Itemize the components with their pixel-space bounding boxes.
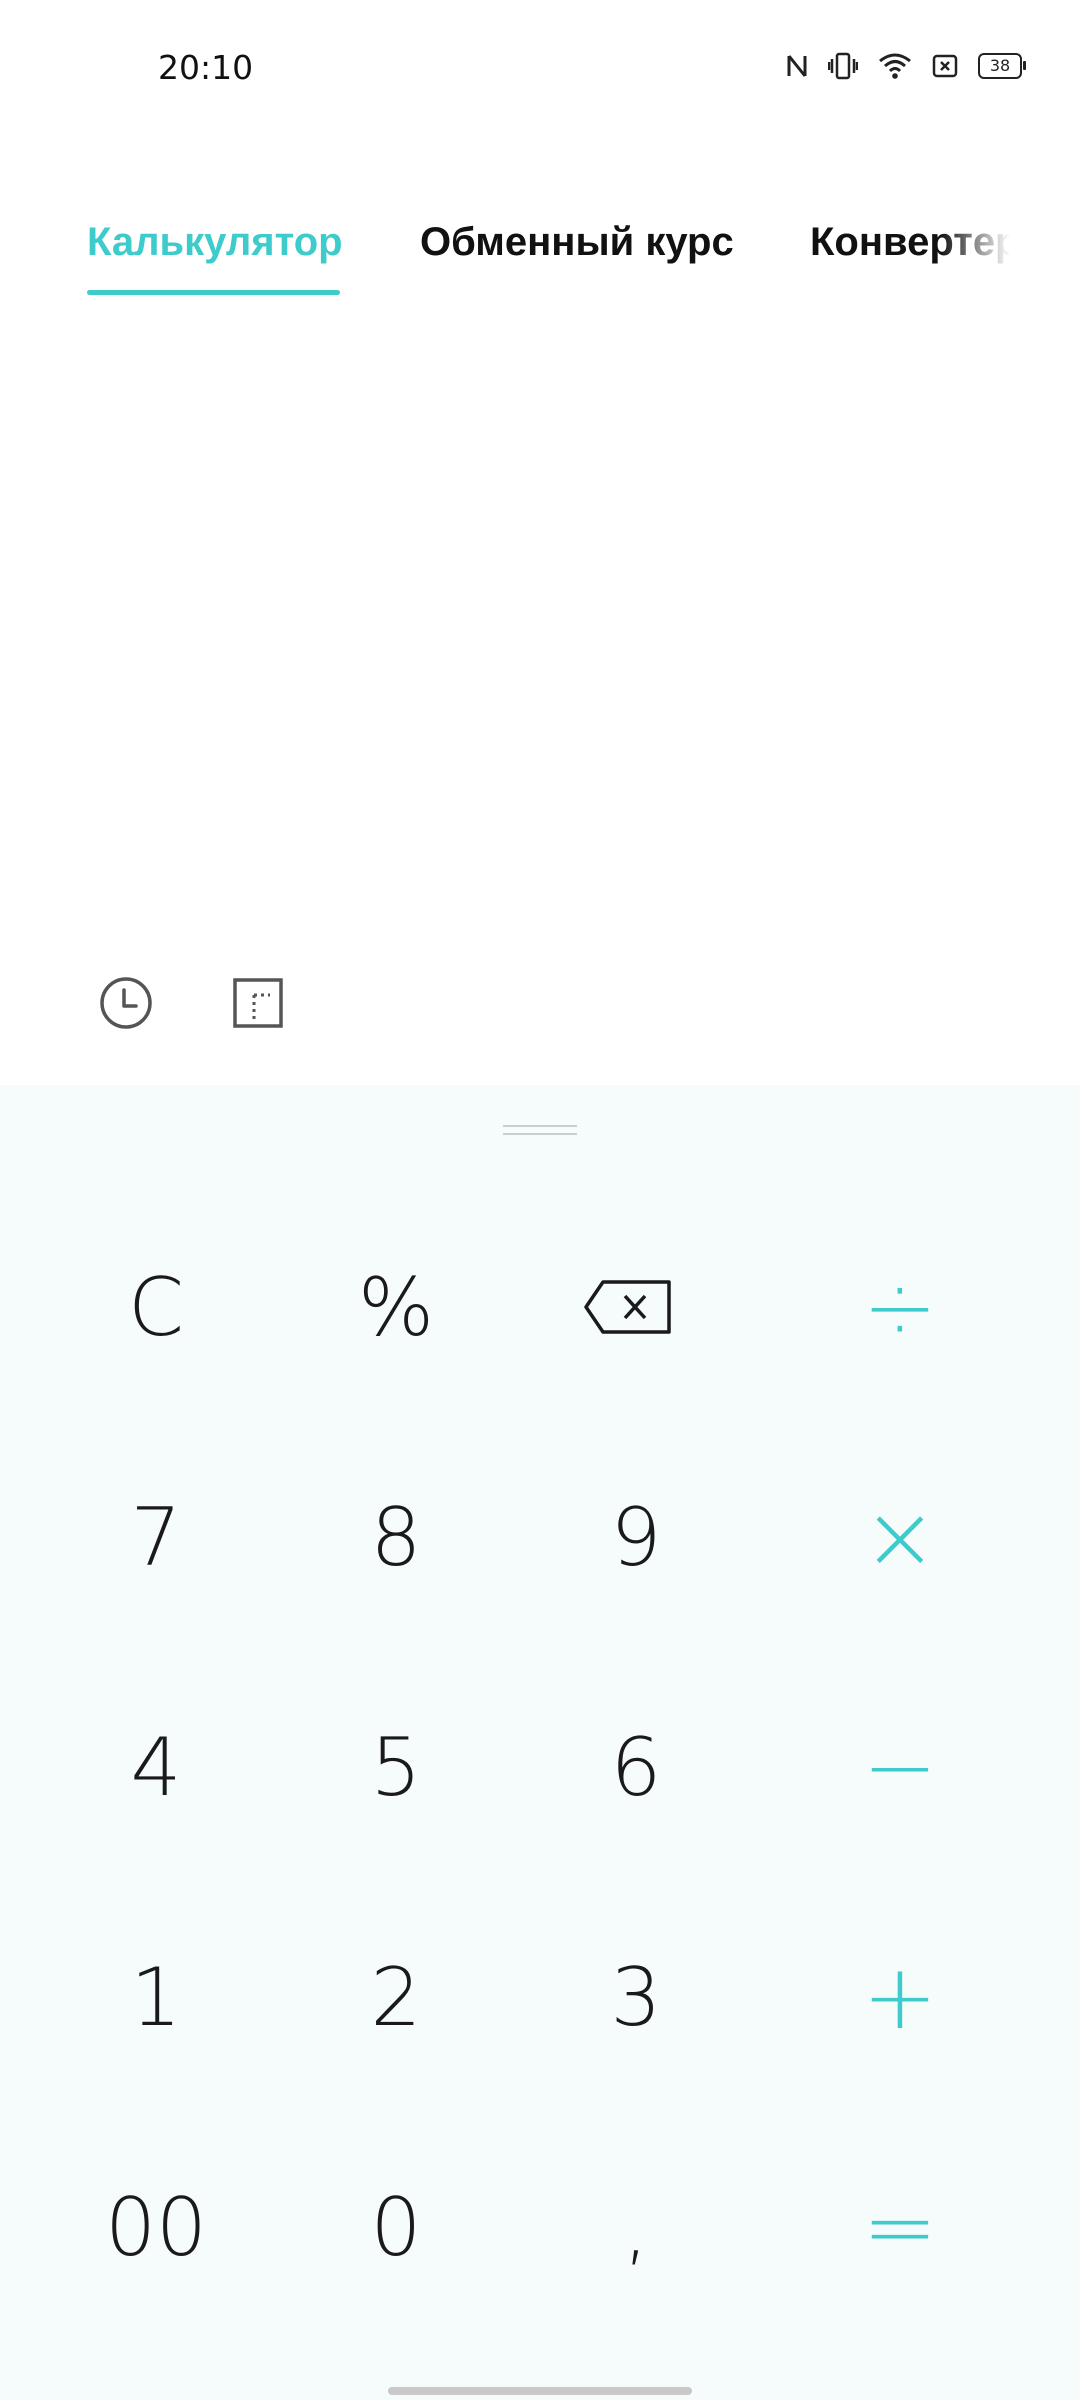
key-3[interactable]: 3 [536, 1897, 736, 2097]
keypad: C % ÷ 7 8 9 × 4 5 6 − 1 2 3 + 00 0 , = [0, 1085, 1080, 2400]
battery-icon: 38 [978, 53, 1026, 79]
status-icons: 38 [786, 52, 1026, 80]
key-subtract[interactable]: − [800, 1667, 1000, 1867]
scientific-mode-icon[interactable] [230, 975, 286, 1031]
backspace-icon [584, 1280, 671, 1334]
key-1[interactable]: 1 [56, 1897, 256, 2097]
key-7[interactable]: 7 [56, 1437, 256, 1637]
drag-handle[interactable] [503, 1125, 577, 1137]
tabs-fade [940, 200, 1010, 310]
status-time: 20:10 [158, 48, 254, 87]
active-tab-indicator [87, 290, 340, 295]
key-5[interactable]: 5 [296, 1667, 496, 1867]
tab-exchange-rate[interactable]: Обменный курс [420, 220, 734, 265]
nfc-icon [787, 55, 807, 77]
key-backspace[interactable] [528, 1207, 728, 1407]
key-0[interactable]: 0 [296, 2127, 496, 2327]
key-clear[interactable]: C [56, 1207, 256, 1407]
key-2[interactable]: 2 [296, 1897, 496, 2097]
mode-tabs: Калькулятор Обменный курс Конвертер [0, 200, 1010, 310]
gesture-bar[interactable] [388, 2387, 692, 2395]
vibrate-icon [828, 52, 858, 80]
key-4[interactable]: 4 [56, 1667, 256, 1867]
calculator-screen: 20:10 38 Калькулятор Обменный курс Конве… [0, 0, 1080, 2400]
sim-off-icon [932, 54, 958, 78]
status-bar: 20:10 38 [0, 0, 1080, 140]
key-equals[interactable]: = [800, 2127, 1000, 2327]
key-8[interactable]: 8 [296, 1437, 496, 1637]
history-icon[interactable] [98, 975, 154, 1031]
key-decimal[interactable]: , [536, 2127, 736, 2327]
key-double-zero[interactable]: 00 [56, 2127, 256, 2327]
key-multiply[interactable]: × [800, 1437, 1000, 1637]
key-add[interactable]: + [800, 1897, 1000, 2097]
key-divide[interactable]: ÷ [800, 1207, 1000, 1407]
key-9[interactable]: 9 [536, 1437, 736, 1637]
tab-calculator[interactable]: Калькулятор [87, 220, 343, 265]
key-percent[interactable]: % [296, 1207, 496, 1407]
key-6[interactable]: 6 [536, 1667, 736, 1867]
wifi-icon [879, 53, 911, 79]
